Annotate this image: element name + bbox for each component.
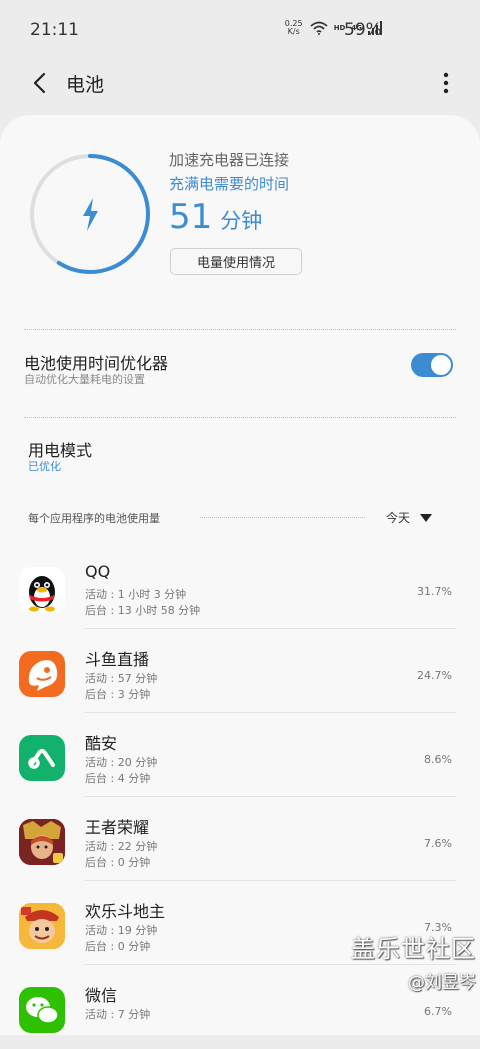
section-divider [200,517,365,518]
divider [24,329,456,330]
page-title: 电池 [66,74,105,96]
usage-section-label: 每个应用程序的电池使用量 [28,512,160,525]
app-row-qq[interactable]: QQ 活动 : 1 小时 3 分钟 后台 : 13 小时 58 分钟 31.7% [0,545,480,629]
honor-of-kings-icon [19,819,65,865]
period-filter-label: 今天 [386,511,411,525]
watermark-main: 盖乐世社区 [351,935,476,963]
time-to-full-number: 51 [169,197,213,237]
app-active-time: 活动 : 7 分钟 [85,1008,151,1021]
time-to-full-value: 51 分钟 [169,197,262,237]
wifi-icon [310,21,328,35]
app-percent: 24.7% [417,669,452,682]
coolapk-icon [19,735,65,781]
qq-penguin-icon [19,567,65,613]
app-background-time: 后台 : 0 分钟 [85,856,151,869]
app-row-douyu[interactable]: 斗鱼直播 活动 : 57 分钟 后台 : 3 分钟 24.7% [0,629,480,713]
time-to-full-label: 充满电需要的时间 [169,175,290,193]
app-background-time: 后台 : 13 小时 58 分钟 [85,604,201,617]
status-time: 21:11 [30,20,79,40]
toggle-knob [430,354,452,376]
app-active-time: 活动 : 1 小时 3 分钟 [85,588,187,601]
app-row-coolapk[interactable]: 酷安 活动 : 20 分钟 后台 : 4 分钟 8.6% [0,713,480,797]
app-active-time: 活动 : 20 分钟 [85,756,158,769]
period-filter[interactable]: 今天 [386,509,433,526]
app-percent: 7.6% [424,837,452,850]
back-button[interactable] [24,68,54,98]
battery-ring [30,154,150,274]
app-header: 电池 [0,60,480,110]
battery-usage-button[interactable]: 电量使用情况 [170,248,302,275]
battery-percent: 59% [344,20,382,40]
app-name: QQ [85,562,111,581]
watermark-sub: @刘昱岑 [408,973,476,993]
app-active-time: 活动 : 57 分钟 [85,672,158,685]
more-vert-icon [443,72,449,94]
optimizer-subtitle: 自动优化大量耗电的设置 [24,373,145,386]
bolt-icon [83,198,98,231]
app-percent: 31.7% [417,585,452,598]
douyu-fish-icon [19,651,65,697]
battery-card: 加速充电器已连接 充满电需要的时间 51 分钟 电量使用情况 电池使用时间优化器… [0,115,480,1035]
status-bar: 21:11 0.25 K/s HD 4G 59% [0,0,480,60]
app-name: 酷安 [85,734,118,753]
more-options-button[interactable] [436,68,456,98]
power-mode-value: 已优化 [28,460,61,473]
wechat-icon [19,987,65,1033]
app-name: 微信 [85,986,118,1005]
app-active-time: 活动 : 19 分钟 [85,924,158,937]
watermark: 盖乐世社区 @刘昱岑 [346,929,476,993]
network-speed: 0.25 K/s [284,19,303,36]
app-active-time: 活动 : 22 分钟 [85,840,158,853]
app-name: 斗鱼直播 [85,650,150,669]
time-to-full-unit: 分钟 [220,209,263,233]
divider [24,417,456,418]
charger-status: 加速充电器已连接 [169,151,290,169]
back-arrow-icon [33,72,46,94]
app-name: 王者荣耀 [85,818,150,837]
doudizhu-icon [19,903,65,949]
app-background-time: 后台 : 4 分钟 [85,772,151,785]
app-background-time: 后台 : 3 分钟 [85,688,151,701]
optimizer-toggle[interactable] [411,353,453,377]
app-percent: 8.6% [424,753,452,766]
app-percent: 6.7% [424,1005,452,1018]
dropdown-arrow-icon [420,513,433,522]
app-name: 欢乐斗地主 [85,902,166,921]
app-background-time: 后台 : 0 分钟 [85,940,151,953]
app-row-honor-of-kings[interactable]: 王者荣耀 活动 : 22 分钟 后台 : 0 分钟 7.6% [0,797,480,881]
